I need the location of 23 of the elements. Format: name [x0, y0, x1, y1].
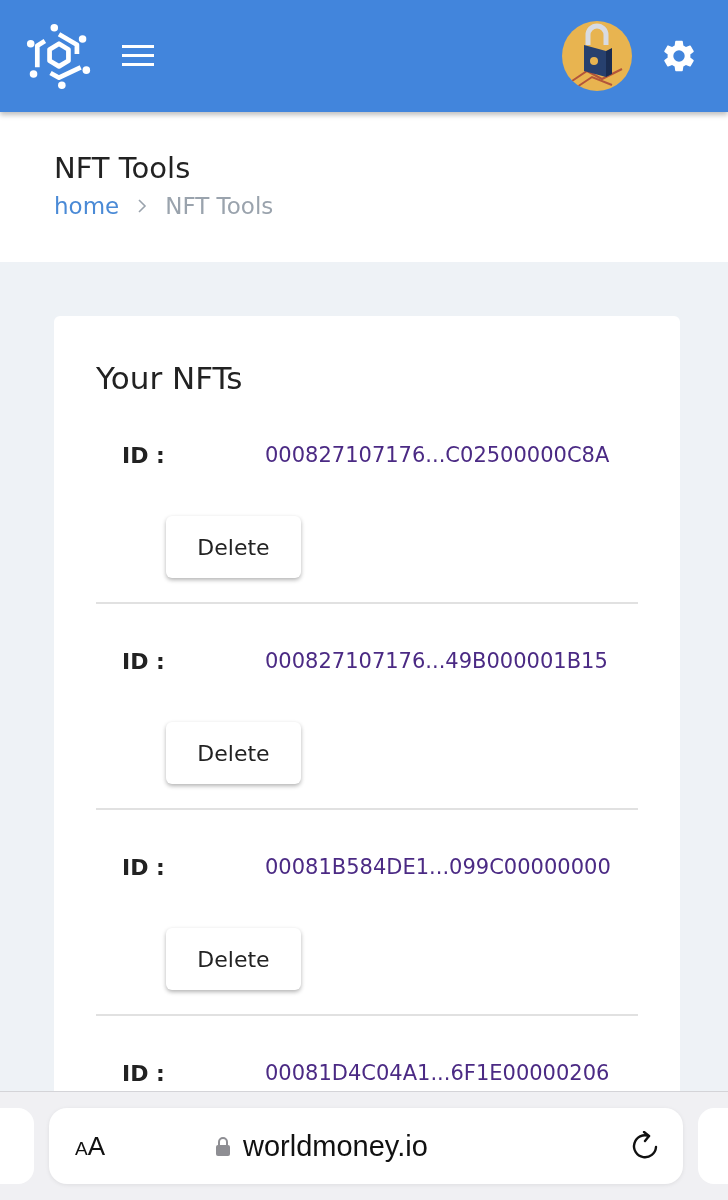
- nft-id: 00081D4C04A1...6F1E00000206: [265, 1061, 610, 1085]
- id-label: ID :: [122, 648, 166, 674]
- breadcrumb-link[interactable]: home: [54, 188, 120, 224]
- nft-id: 000827107176...C02500000C8A: [265, 443, 610, 467]
- logo-icon[interactable]: [26, 23, 92, 89]
- delete-button[interactable]: Delete: [166, 928, 301, 990]
- url-text: worldmoney.io: [243, 1129, 428, 1163]
- menu-icon[interactable]: [122, 45, 154, 67]
- nft-id: 000827107176...49B000001B15: [265, 649, 608, 673]
- reload-icon[interactable]: [631, 1131, 659, 1161]
- id-label: ID :: [122, 1060, 166, 1086]
- breadcrumb-current: NFT Tools: [165, 192, 274, 221]
- card-title: Your NFTs: [96, 359, 244, 398]
- lock-icon: [215, 1136, 232, 1156]
- id-label: ID :: [122, 442, 166, 468]
- nft-id: 00081B584DE1...099C00000000: [265, 855, 611, 879]
- address-bar[interactable]: AA worldmoney.io: [49, 1108, 683, 1184]
- text-size-button[interactable]: AA: [75, 1130, 106, 1162]
- delete-button[interactable]: Delete: [166, 722, 301, 784]
- page-title: NFT Tools: [54, 150, 192, 187]
- delete-button[interactable]: Delete: [166, 516, 301, 578]
- chevron-icon: [137, 198, 148, 214]
- id-label: ID :: [122, 854, 166, 880]
